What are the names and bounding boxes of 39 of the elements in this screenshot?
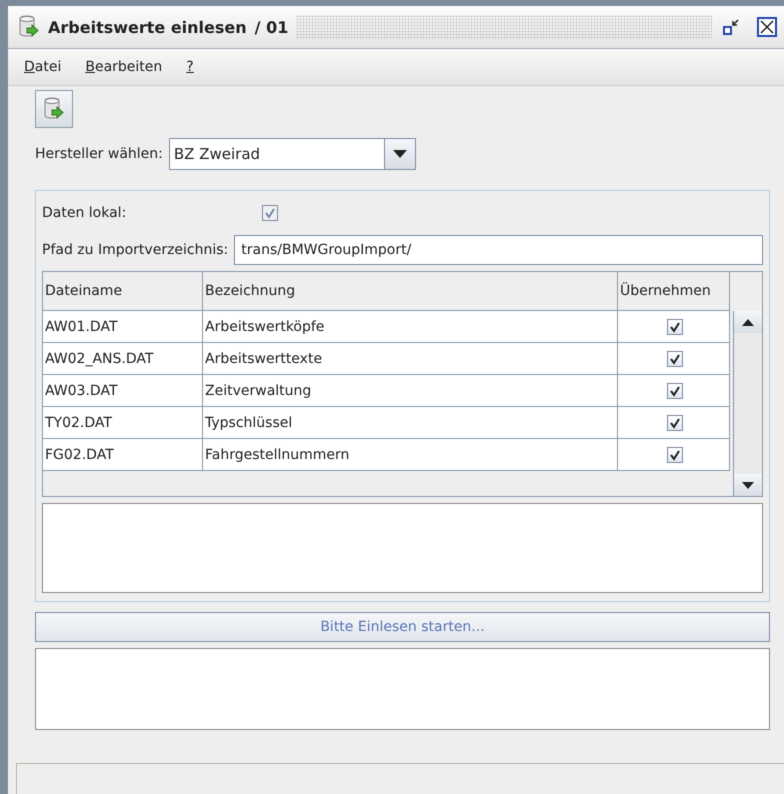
menu-item[interactable]: Datei (14, 55, 72, 79)
table-cell: Zeitverwaltung (203, 375, 618, 407)
checkbox[interactable] (666, 414, 682, 430)
menu-item[interactable]: ? (176, 55, 204, 79)
start-button[interactable]: Bitte Einlesen starten... (35, 612, 770, 642)
column-header[interactable]: Übernehmen (618, 272, 730, 311)
table-cell: FG02.DAT (43, 439, 203, 471)
checkbox[interactable] (666, 318, 682, 334)
checkbox[interactable] (666, 382, 682, 398)
column-header[interactable]: Dateiname (43, 272, 203, 311)
field-label: Pfad zu Importverzeichnis: (42, 242, 228, 258)
table-cell: AW03.DAT (43, 375, 203, 407)
table-cell: Typschlüssel (203, 407, 618, 439)
field-label: Hersteller wählen: (35, 146, 163, 162)
database-import-icon (18, 15, 40, 39)
text-area[interactable] (42, 503, 763, 593)
checkbox[interactable] (666, 446, 682, 462)
import-button[interactable] (35, 90, 73, 128)
scroll-down-icon (742, 482, 754, 488)
scroll-up-icon (742, 318, 754, 326)
path-input[interactable]: trans/BMWGroupImport/ (234, 235, 763, 265)
manufacturer-dropdown[interactable]: BZ Zweirad (168, 138, 416, 170)
checkbox[interactable] (666, 350, 682, 366)
log-area[interactable] (35, 648, 770, 730)
database-import-icon (43, 97, 65, 121)
table-cell: Arbeitswertköpfe (203, 311, 618, 343)
column-header[interactable]: Bezeichnung (203, 272, 618, 311)
table-cell: Fahrgestellnummern (203, 439, 618, 471)
table-cell: AW02_ANS.DAT (43, 343, 203, 375)
dropdown-arrow-icon (392, 150, 407, 158)
close-icon[interactable] (756, 16, 778, 38)
menu-item[interactable]: Bearbeiten (75, 55, 172, 79)
field-label: Daten lokal: (42, 205, 128, 221)
window-number: / 01 (254, 18, 288, 36)
scrollbar[interactable] (733, 311, 762, 496)
table-cell: Arbeitswerttexte (203, 343, 618, 375)
table-cell: AW01.DAT (43, 311, 203, 343)
window-title: Arbeitswerte einlesen (48, 18, 247, 36)
table-cell: TY02.DAT (43, 407, 203, 439)
